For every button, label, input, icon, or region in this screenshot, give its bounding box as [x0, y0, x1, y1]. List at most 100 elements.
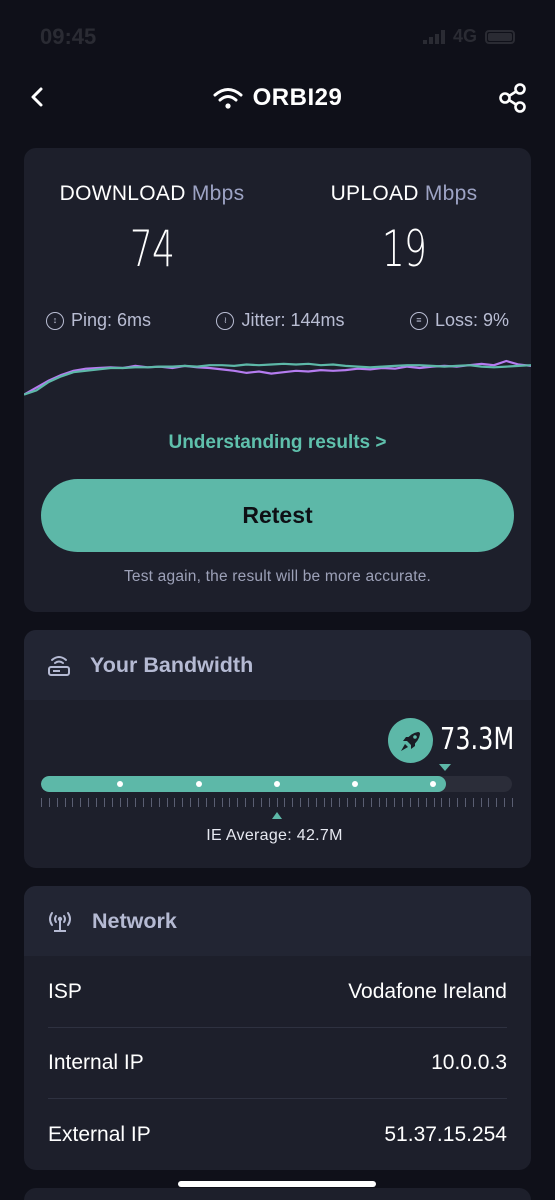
scale-tick — [394, 798, 396, 807]
network-row-isp: ISP Vodafone Ireland — [48, 957, 507, 1028]
scale-tick — [347, 798, 349, 807]
network-type: 4G — [452, 26, 477, 46]
understanding-results-link[interactable]: Understanding results > — [24, 432, 531, 454]
scale-ticks — [41, 798, 515, 810]
bandwidth-marker — [439, 764, 451, 771]
scale-tick — [252, 798, 254, 807]
scale-tick — [72, 798, 74, 807]
scale-tick — [433, 798, 435, 807]
ping-metric: ↕ Ping: 6ms — [46, 310, 151, 331]
rocket-badge — [388, 718, 433, 763]
status-indicators: 4G — [422, 26, 515, 47]
download-section: DOWNLOAD Mbps 74 — [48, 182, 256, 278]
row-label: Internal IP — [48, 1051, 144, 1074]
bar-dot — [117, 781, 123, 787]
scale-tick — [355, 798, 356, 807]
download-series-line — [24, 362, 531, 396]
antenna-icon — [49, 912, 71, 932]
scale-tick — [464, 798, 466, 807]
bandwidth-header: Your Bandwidth — [24, 630, 531, 700]
scale-tick — [190, 798, 192, 807]
router-icon — [48, 656, 70, 676]
share-button[interactable] — [497, 82, 529, 114]
scale-tick — [292, 798, 294, 807]
scale-tick — [331, 798, 333, 807]
scale-tick — [143, 798, 145, 807]
network-name: ORBI29 — [252, 84, 343, 111]
nav-title: ORBI29 — [0, 84, 555, 112]
bar-dot — [430, 781, 436, 787]
ping-icon: ↕ — [46, 311, 64, 330]
network-header: Network — [24, 886, 531, 956]
scale-tick — [260, 798, 262, 807]
scale-tick — [158, 798, 160, 807]
scale-tick — [245, 798, 247, 807]
row-value: 51.37.15.254 — [384, 1122, 507, 1146]
download-label: DOWNLOAD Mbps — [59, 182, 245, 205]
scale-tick — [198, 798, 199, 807]
retest-button[interactable]: Retest — [41, 479, 514, 552]
rocket-icon — [400, 731, 420, 751]
download-value: 74 — [129, 220, 175, 278]
retest-note: Test again, the result will be more accu… — [123, 568, 432, 585]
scale-tick — [362, 798, 364, 807]
scale-tick — [268, 798, 270, 807]
download-unit: Mbps — [191, 182, 245, 205]
scale-tick — [512, 798, 513, 807]
scale-tick — [417, 798, 419, 807]
scale-tick — [457, 798, 459, 807]
bandwidth-bar — [41, 776, 512, 792]
bandwidth-value: 73.3M — [440, 722, 515, 757]
status-bar: 09:45 4G — [0, 0, 555, 70]
scale-tick — [119, 798, 121, 807]
network-row-internal-ip: Internal IP 10.0.0.3 — [48, 1028, 507, 1099]
upload-value: 19 — [381, 220, 427, 278]
loss-icon: ≡ — [409, 311, 428, 330]
scale-tick — [221, 798, 223, 807]
average-marker — [272, 812, 282, 819]
scale-tick — [472, 798, 474, 807]
scale-tick — [41, 798, 42, 807]
scale-tick — [213, 798, 215, 807]
upload-label: UPLOAD Mbps — [330, 182, 478, 205]
scale-tick — [504, 798, 506, 807]
scale-tick — [103, 798, 105, 807]
scale-tick — [449, 798, 451, 807]
scale-tick — [48, 798, 50, 807]
next-card — [24, 1188, 531, 1200]
bar-dot — [196, 781, 202, 787]
scale-tick — [315, 798, 317, 807]
scale-tick — [488, 798, 490, 807]
scale-tick — [150, 798, 152, 807]
scale-tick — [441, 798, 443, 807]
speed-result-card: DOWNLOAD Mbps 74 UPLOAD Mbps 19 ↕ Ping: … — [24, 148, 531, 612]
metrics-row: ↕ Ping: 6ms ≀ Jitter: 144ms ≡ Loss: 9% — [46, 310, 509, 331]
nav-bar: ORBI29 — [0, 70, 555, 126]
network-row-external-ip: External IP 51.37.15.254 — [48, 1099, 507, 1170]
row-value: Vodafone Ireland — [348, 980, 507, 1003]
upload-section: UPLOAD Mbps 19 — [314, 182, 494, 278]
bandwidth-title: Your Bandwidth — [90, 652, 254, 677]
bar-dot — [274, 781, 280, 787]
scale-tick — [80, 798, 82, 807]
scale-tick — [323, 798, 325, 807]
scale-tick — [229, 798, 231, 807]
upload-unit: Mbps — [424, 182, 478, 205]
jitter-metric: ≀ Jitter: 144ms — [216, 310, 345, 331]
row-label: ISP — [48, 980, 82, 1003]
row-value: 10.0.0.3 — [431, 1051, 507, 1074]
scale-tick — [205, 798, 207, 807]
scale-tick — [135, 798, 137, 807]
scale-tick — [111, 798, 113, 807]
home-indicator[interactable] — [178, 1181, 376, 1187]
scale-tick — [127, 798, 129, 807]
average-label: IE Average: 42.7M — [206, 827, 343, 844]
scale-tick — [425, 798, 427, 807]
scale-tick — [56, 798, 58, 807]
network-title: Network — [92, 908, 177, 933]
scale-tick — [88, 798, 90, 807]
scale-tick — [95, 798, 97, 807]
scale-tick — [237, 798, 239, 807]
scale-tick — [480, 798, 482, 807]
scale-tick — [409, 798, 411, 807]
